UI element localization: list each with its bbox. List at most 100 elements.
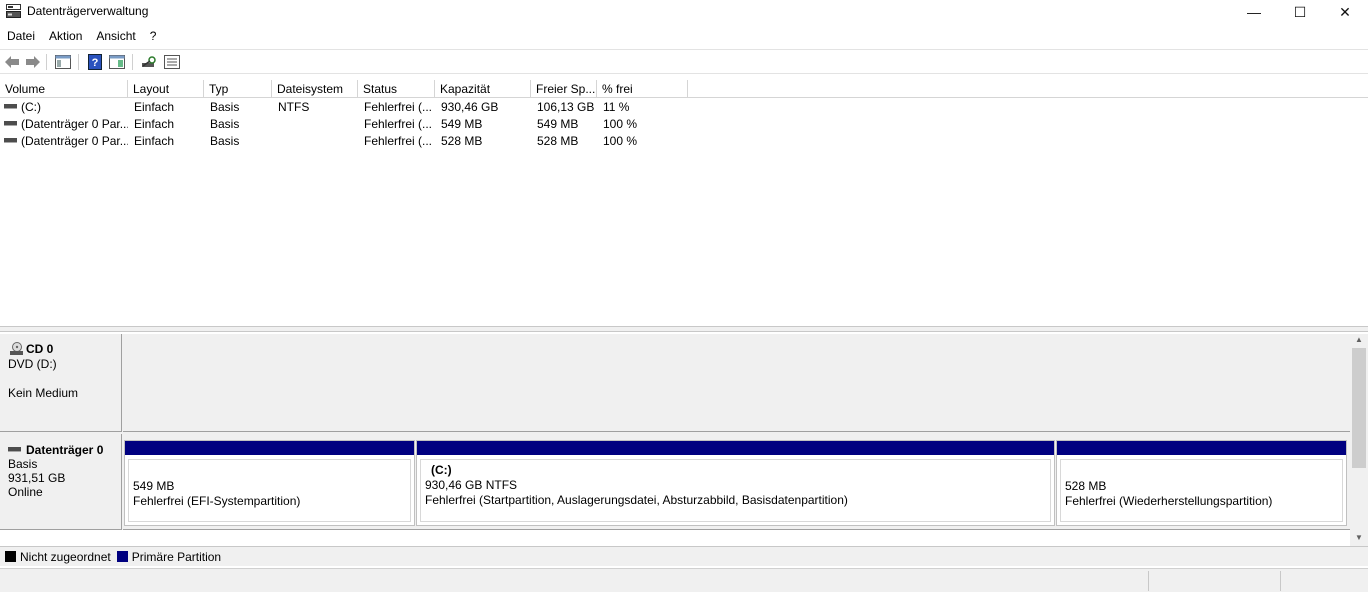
disk-label-disk0[interactable]: Datenträger 0 Basis 931,51 GB Online [0,434,122,530]
rescan-button[interactable] [140,53,158,71]
drive-icon [4,104,17,110]
forward-button[interactable] [24,53,42,71]
disk0-strip: 549 MB Fehlerfrei (EFI-Systempartition) … [123,434,1350,530]
menu-datei[interactable]: Datei [0,26,42,46]
disk-map: CD 0 DVD (D:) Kein Medium Datenträger 0 … [0,334,1350,530]
unallocated-swatch [5,551,16,562]
close-icon: ✕ [1339,3,1351,20]
partition-recovery[interactable]: 528 MB Fehlerfrei (Wiederherstellungspar… [1056,440,1347,526]
partition-title: (C:) [431,463,452,477]
percent-free-cell: 100 % [603,117,638,131]
volume-cell: (C:) [4,99,128,116]
status-cell: Fehlerfrei (... [364,117,433,131]
legend-unallocated: Nicht zugeordnet [5,550,111,564]
column-header-typ[interactable]: Typ [204,80,272,98]
menu-help[interactable]: ? [143,26,164,46]
disk-management-app-icon [6,4,21,18]
drive-icon [4,138,17,144]
percent-free-cell: 11 % [603,100,630,114]
partition-size: 528 MB [1065,479,1107,493]
column-header-kapazitaet[interactable]: Kapazität [435,80,531,98]
show-hide-console-tree-button[interactable] [54,53,72,71]
toolbar-separator [132,54,133,70]
scroll-down-icon[interactable]: ▼ [1350,532,1368,544]
close-button[interactable]: ✕ [1322,0,1368,24]
partition-c[interactable]: (C:) 930,46 GB NTFS Fehlerfrei (Startpar… [416,440,1055,526]
partition-type-bar [417,441,1054,455]
column-header-dateisystem[interactable]: Dateisystem [272,80,358,98]
partition-size: 930,46 GB NTFS [425,478,518,492]
disk-icon [8,446,21,452]
dateisystem-cell: NTFS [278,100,310,114]
column-header-prozent-frei[interactable]: % frei [597,80,688,98]
rescan-icon [142,56,156,67]
dateisystem-cell [278,133,358,150]
partition-body: 549 MB Fehlerfrei (EFI-Systempartition) [128,459,411,522]
status-cell: Fehlerfrei (... [364,100,433,114]
volume-list: Volume Layout Typ Dateisystem Status Kap… [0,80,1368,324]
disk0-type: Basis [8,457,38,471]
percent-free-cell: 100 % [603,134,638,148]
properties-icon [109,55,125,69]
back-button[interactable] [3,53,21,71]
volume-list-header: Volume Layout Typ Dateisystem Status Kap… [0,80,1368,98]
free-space-cell: 528 MB [537,134,579,148]
disk-label-cd0[interactable]: CD 0 DVD (D:) Kein Medium [0,334,122,432]
menu-ansicht[interactable]: Ansicht [89,26,142,46]
free-space-cell: 549 MB [537,117,579,131]
dateisystem-cell [278,116,358,133]
column-header-layout[interactable]: Layout [128,80,204,98]
partition-status: Fehlerfrei (Startpartition, Auslagerungs… [425,493,848,507]
disk-map-scrollbar[interactable]: ▲ ▼ [1350,334,1368,546]
minimize-button[interactable]: — [1231,0,1277,24]
status-bar [0,568,1368,592]
scrollbar-thumb[interactable] [1352,348,1366,468]
table-row[interactable]: (Datenträger 0 Par... Einfach Basis Fehl… [0,133,700,150]
free-space-cell: 106,13 GB [537,100,595,114]
status-bar-separator [1280,571,1281,591]
table-row[interactable]: (Datenträger 0 Par... Einfach Basis Fehl… [0,116,700,133]
column-header-status[interactable]: Status [358,80,435,98]
menu-aktion[interactable]: Aktion [42,26,89,46]
layout-cell: Einfach [134,134,175,148]
column-header-volume[interactable]: Volume [0,80,128,98]
menu-bar: Datei Aktion Ansicht ? [0,26,163,46]
typ-cell: Basis [210,100,240,114]
list-view-icon [164,55,180,69]
layout-cell: Einfach [134,100,175,114]
volume-name: (Datenträger 0 Par... [21,134,128,148]
help-button[interactable]: ? [86,53,104,71]
legend-primary: Primäre Partition [116,550,221,564]
capacity-cell: 930,46 GB [441,100,499,114]
capacity-cell: 528 MB [441,134,483,148]
primary-swatch [116,551,128,562]
status-cell: Fehlerfrei (... [364,134,433,148]
status-bar-separator [1148,571,1149,591]
help-icon: ? [88,54,102,70]
minimize-icon: — [1247,4,1261,20]
volume-cell: (Datenträger 0 Par... [4,116,128,133]
volume-name: (C:) [21,100,41,114]
cd-state: Kein Medium [8,386,79,400]
disk0-size: 931,51 GB [8,471,66,485]
cd-drive-letter: DVD (D:) [8,357,57,371]
cd-strip[interactable] [123,334,1350,432]
disk0-state: Online [8,485,43,499]
partition-efi[interactable]: 549 MB Fehlerfrei (EFI-Systempartition) [124,440,415,526]
partition-size: 549 MB [133,479,175,493]
svg-text:?: ? [92,57,99,69]
toolbar: ? [0,49,1368,74]
table-row[interactable]: (C:) Einfach Basis NTFS Fehlerfrei (... … [0,99,700,116]
layout-cell: Einfach [134,117,175,131]
console-tree-icon [55,55,71,69]
disk0-title-row: Datenträger 0 [8,443,121,457]
maximize-button[interactable]: ☐ [1277,0,1323,24]
column-header-freier-speicher[interactable]: Freier Sp... [531,80,597,98]
drive-icon [4,121,17,127]
pane-splitter[interactable] [0,326,1368,332]
properties-button[interactable] [108,53,126,71]
capacity-cell: 549 MB [441,117,483,131]
list-view-button[interactable] [163,53,181,71]
forward-arrow-icon [26,56,40,68]
scroll-up-icon[interactable]: ▲ [1350,334,1368,346]
